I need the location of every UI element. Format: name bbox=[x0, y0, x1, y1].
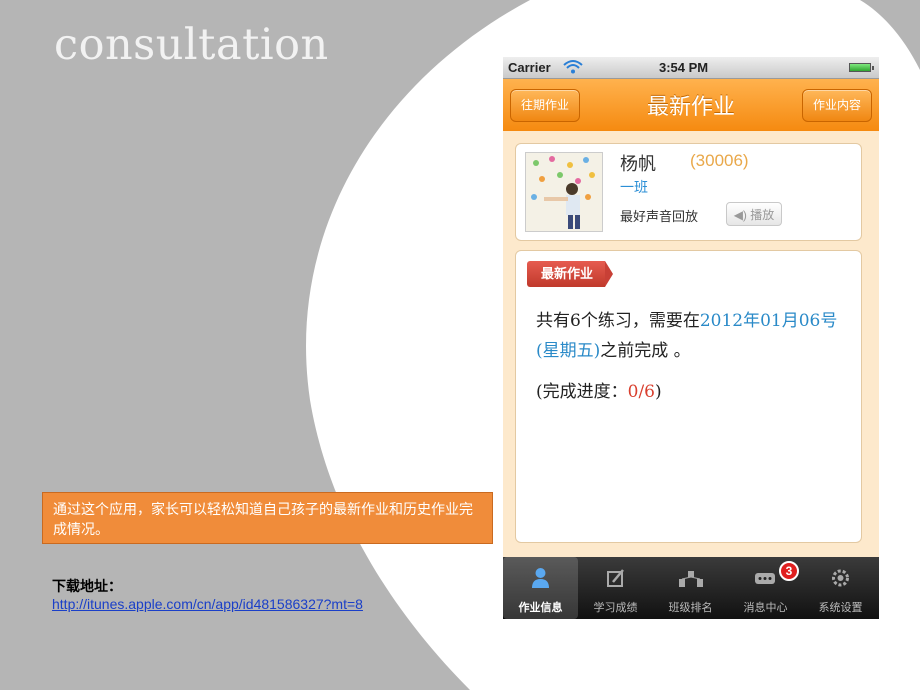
battery-icon bbox=[849, 63, 874, 72]
homework-text-suffix: 之前完成 。 bbox=[600, 341, 691, 361]
navigation-bar: 往期作业 最新作业 作业内容 bbox=[503, 79, 879, 131]
download-label: 下载地址： bbox=[52, 578, 122, 594]
tab-label: 作业信息 bbox=[518, 602, 563, 614]
homework-description: 共有6个练习，需要在2012年01月06号(星期五)之前完成 。 bbox=[536, 306, 846, 366]
description-callout: 通过这个应用，家长可以轻松知道自己孩子的最新作业和历史作业完成情况。 bbox=[42, 492, 493, 544]
gear-icon bbox=[832, 569, 849, 587]
ranking-icon bbox=[679, 571, 703, 587]
tab-label: 消息中心 bbox=[743, 602, 788, 614]
student-name: 杨帆 bbox=[620, 154, 656, 174]
status-time: 3:54 PM bbox=[659, 60, 709, 75]
carrier-label: Carrier bbox=[508, 60, 551, 75]
latest-homework-tag: 最新作业 bbox=[527, 261, 614, 287]
play-button[interactable]: ◀) 播放 bbox=[726, 202, 782, 226]
student-id: (30006) bbox=[690, 151, 749, 170]
tab-label: 学习成绩 bbox=[593, 602, 638, 614]
slide-title: consultation bbox=[54, 20, 329, 70]
progress-value: 0/6 bbox=[627, 382, 655, 402]
completion-progress: (完成进度：0/6) bbox=[536, 377, 662, 402]
play-button-label: 播放 bbox=[750, 208, 775, 222]
tab-system-settings[interactable]: 系统设置 bbox=[803, 557, 878, 619]
best-voice-label: 最好声音回放 bbox=[620, 209, 699, 224]
homework-text-prefix: 共有6个练习，需要在 bbox=[536, 311, 700, 331]
message-badge: 3 bbox=[779, 561, 799, 581]
student-avatar bbox=[525, 152, 603, 232]
tab-class-ranking[interactable]: 班级排名 bbox=[653, 557, 728, 619]
latest-homework-card: 最新作业 共有6个练习，需要在2012年01月06号(星期五)之前完成 。 (完… bbox=[515, 250, 862, 543]
speaker-icon: ◀) bbox=[733, 208, 747, 222]
edit-icon bbox=[607, 569, 624, 587]
tab-homework-info[interactable]: 作业信息 bbox=[503, 557, 578, 619]
phone-screen: Carrier 3:54 PM 往期作业 最新作业 作业内容 杨帆 (30006… bbox=[503, 57, 879, 619]
tab-bar: 作业信息 学习成绩 班级排名 消息中心 系统设置 3 bbox=[503, 557, 879, 619]
wifi-icon bbox=[563, 59, 583, 78]
progress-label: (完成进度： bbox=[536, 382, 628, 402]
person-icon bbox=[532, 568, 549, 588]
student-class: 一班 bbox=[620, 179, 648, 195]
progress-close: ) bbox=[655, 382, 662, 402]
tab-label: 班级排名 bbox=[668, 602, 713, 614]
student-profile-card: 杨帆 (30006) 一班 最好声音回放 ◀) 播放 bbox=[515, 143, 862, 241]
tab-label: 系统设置 bbox=[818, 602, 863, 614]
status-bar: Carrier 3:54 PM bbox=[503, 57, 879, 79]
homework-content-button[interactable]: 作业内容 bbox=[801, 89, 872, 122]
download-link[interactable]: http://itunes.apple.com/cn/app/id4815863… bbox=[52, 596, 363, 612]
tab-study-scores[interactable]: 学习成绩 bbox=[578, 557, 653, 619]
